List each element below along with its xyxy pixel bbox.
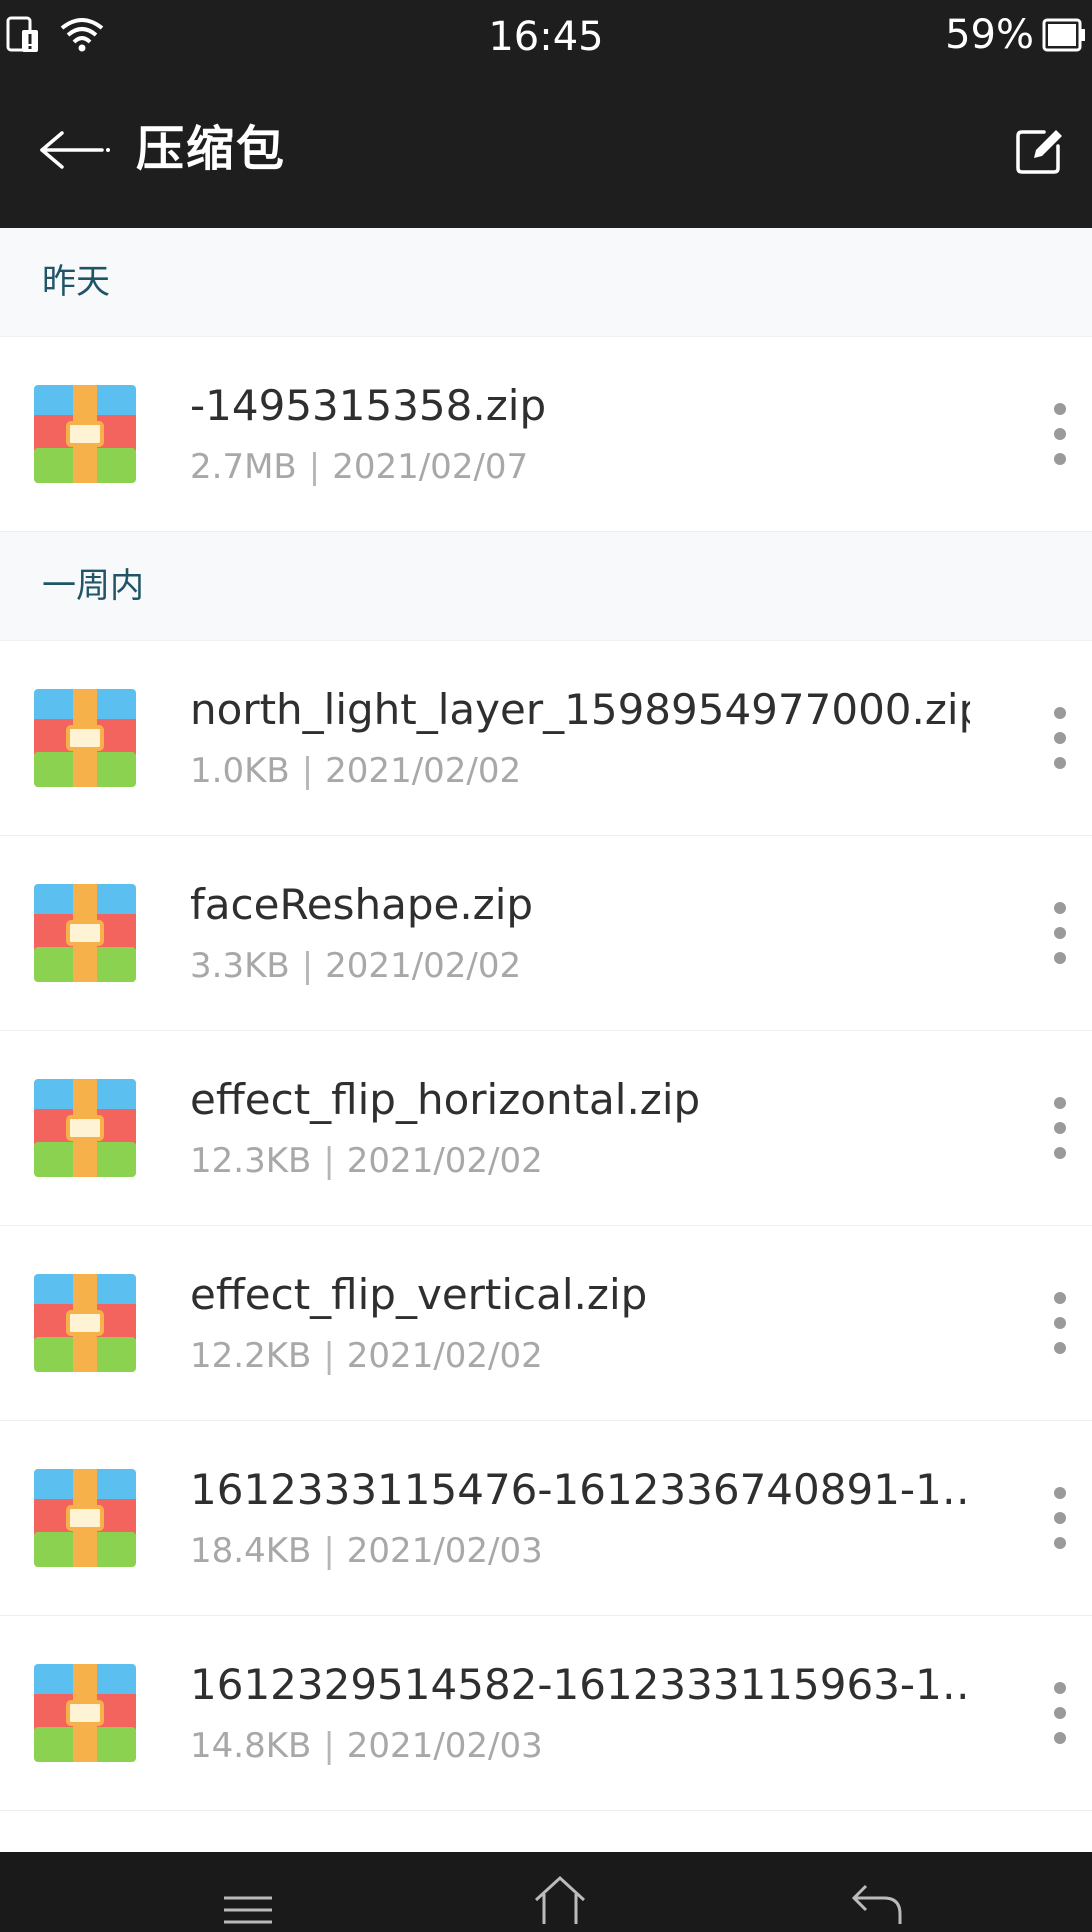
file-name: -1495315358.zip [190, 381, 547, 430]
file-list: 昨天 -1495315358.zip 2.7MB | 2021/02/07 一周内 nort… [0, 228, 1092, 1811]
file-date: 2021/02/02 [325, 946, 522, 986]
zip-archive-icon [34, 884, 136, 982]
status-bar: 16:45 59% [0, 0, 1092, 70]
meta-separator: | [323, 1336, 335, 1376]
home-icon[interactable] [532, 1874, 588, 1928]
zip-archive-icon [34, 1274, 136, 1372]
back-button[interactable] [36, 125, 116, 175]
file-date: 2021/02/02 [346, 1336, 543, 1376]
file-date: 2021/02/03 [346, 1531, 543, 1571]
meta-separator: | [323, 1726, 335, 1766]
menu-icon[interactable] [222, 1892, 274, 1930]
meta-separator: | [301, 751, 314, 791]
more-options-button[interactable] [1040, 1093, 1080, 1163]
edit-icon [1016, 130, 1062, 174]
file-list-item[interactable]: faceReshape.zip 3.3KB | 2021/02/02 [0, 836, 1092, 1031]
zip-archive-icon [34, 1469, 136, 1567]
more-vertical-icon [1040, 1097, 1080, 1167]
meta-separator: | [323, 1141, 335, 1181]
file-meta: 18.4KB | 2021/02/03 [190, 1531, 543, 1571]
zip-archive-icon [34, 1664, 136, 1762]
file-name: 1612329514582-1612333115963-1… [190, 1660, 970, 1709]
more-options-button[interactable] [1040, 1288, 1080, 1358]
section-header: 昨天 [0, 228, 1092, 337]
file-date: 2021/02/02 [325, 751, 522, 791]
more-options-button[interactable] [1040, 898, 1080, 968]
more-vertical-icon [1040, 1487, 1080, 1557]
file-list-item[interactable]: north_light_layer_1598954977000.zip 1.0KB… [0, 641, 1092, 836]
back-icon[interactable] [850, 1880, 904, 1928]
file-meta: 1.0KB | 2021/02/02 [190, 751, 521, 791]
file-name: 1612333115476-1612336740891-1… [190, 1465, 970, 1514]
file-name: effect_flip_vertical.zip [190, 1270, 648, 1319]
status-time: 16:45 [488, 14, 604, 60]
file-list-item[interactable]: -1495315358.zip 2.7MB | 2021/02/07 [0, 337, 1092, 532]
file-size: 3.3KB [190, 946, 290, 986]
zip-archive-icon [34, 689, 136, 787]
file-name: north_light_layer_1598954977000.zip [190, 685, 970, 734]
page-title: 压缩包 [136, 121, 287, 177]
file-list-item[interactable]: effect_flip_horizontal.zip 12.3KB | 2021/02… [0, 1031, 1092, 1226]
file-list-item[interactable]: 1612329514582-1612333115963-1… 14.8KB | 202… [0, 1616, 1092, 1811]
meta-separator: | [323, 1531, 335, 1571]
file-size: 2.7MB [190, 447, 297, 487]
more-options-button[interactable] [1040, 703, 1080, 773]
more-vertical-icon [1040, 707, 1080, 777]
battery-icon [1042, 18, 1086, 56]
file-size: 12.2KB [190, 1336, 312, 1376]
app-bar: 压缩包 [0, 70, 1092, 228]
file-date: 2021/02/02 [346, 1141, 543, 1181]
arrow-left-icon [40, 131, 110, 169]
file-meta: 14.8KB | 2021/02/03 [190, 1726, 543, 1766]
file-date: 2021/02/03 [346, 1726, 543, 1766]
file-size: 1.0KB [190, 751, 290, 791]
more-options-button[interactable] [1040, 399, 1080, 469]
file-name: faceReshape.zip [190, 880, 534, 929]
more-vertical-icon [1040, 1682, 1080, 1752]
zip-archive-icon [34, 385, 136, 483]
edit-button[interactable] [1014, 126, 1064, 176]
file-meta: 12.2KB | 2021/02/02 [190, 1336, 543, 1376]
file-size: 14.8KB [190, 1726, 312, 1766]
file-size: 12.3KB [190, 1141, 312, 1181]
file-size: 18.4KB [190, 1531, 312, 1571]
file-name: effect_flip_horizontal.zip [190, 1075, 701, 1124]
file-meta: 3.3KB | 2021/02/02 [190, 946, 521, 986]
more-vertical-icon [1040, 1292, 1080, 1362]
file-meta: 12.3KB | 2021/02/02 [190, 1141, 543, 1181]
more-options-button[interactable] [1040, 1678, 1080, 1748]
file-date: 2021/02/07 [332, 447, 529, 487]
meta-separator: | [301, 946, 314, 986]
file-list-item[interactable]: 1612333115476-1612336740891-1… 18.4KB | 202… [0, 1421, 1092, 1616]
section-header: 一周内 [0, 532, 1092, 641]
meta-separator: | [308, 447, 321, 487]
system-nav-bar [0, 1852, 1092, 1932]
more-vertical-icon [1040, 403, 1080, 473]
file-list-item[interactable]: effect_flip_vertical.zip 12.2KB | 2021/02/0… [0, 1226, 1092, 1421]
zip-archive-icon [34, 1079, 136, 1177]
more-vertical-icon [1040, 902, 1080, 972]
battery-percent: 59% [945, 12, 1034, 58]
file-meta: 2.7MB | 2021/02/07 [190, 447, 528, 487]
more-options-button[interactable] [1040, 1483, 1080, 1553]
